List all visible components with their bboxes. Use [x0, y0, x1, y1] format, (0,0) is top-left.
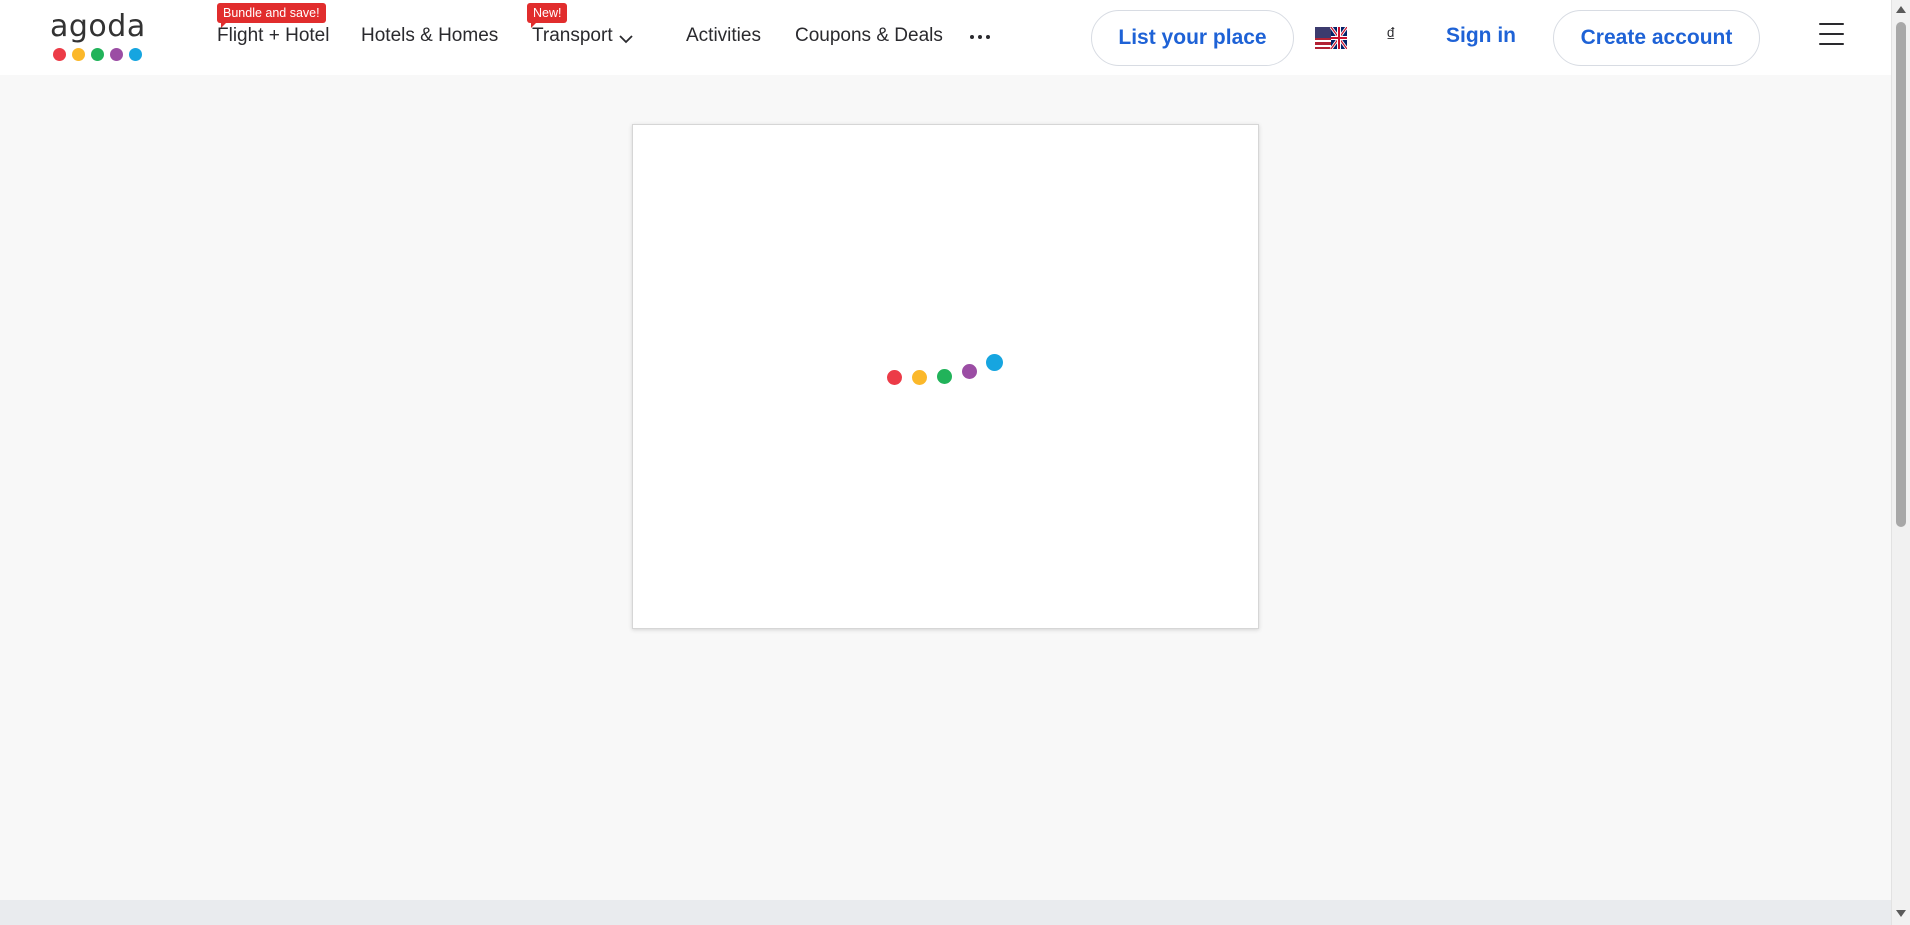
new-badge: New! [527, 3, 568, 28]
footer-strip [0, 900, 1891, 925]
loading-card [632, 124, 1259, 629]
agoda-logo[interactable]: agoda [50, 10, 145, 62]
loader-dot [912, 370, 927, 385]
logo-dot [72, 48, 85, 61]
logo-dot [110, 48, 123, 61]
currency-selector[interactable]: ₫ [1386, 25, 1396, 47]
nav-hotels-homes[interactable]: Hotels & Homes [361, 24, 498, 48]
scroll-up-icon[interactable] [1896, 6, 1906, 13]
logo-wordmark: agoda [50, 9, 146, 44]
nav-flight-hotel[interactable]: Flight + Hotel [217, 24, 329, 48]
loading-dots-icon [887, 354, 1017, 394]
top-navigation-bar: agoda Bundle and save! Flight + Hotel Ho… [0, 0, 1891, 75]
nav-activities[interactable]: Activities [686, 24, 761, 48]
language-flag-icon[interactable] [1315, 26, 1349, 50]
nav-coupons-deals[interactable]: Coupons & Deals [795, 24, 943, 48]
logo-dot [53, 48, 66, 61]
scroll-thumb[interactable] [1896, 22, 1906, 527]
create-account-button[interactable]: Create account [1553, 10, 1760, 66]
loader-dot [986, 354, 1003, 371]
more-horizontal-icon[interactable] [970, 35, 990, 39]
loader-dot [962, 364, 977, 379]
hamburger-menu-icon[interactable] [1819, 23, 1844, 45]
chevron-down-icon[interactable] [619, 31, 633, 49]
list-your-place-button[interactable]: List your place [1091, 10, 1294, 66]
logo-dot [91, 48, 104, 61]
vertical-scrollbar[interactable] [1891, 0, 1910, 925]
loader-dot [937, 369, 952, 384]
bundle-badge: Bundle and save! [217, 3, 326, 28]
nav-transport[interactable]: Transport [532, 24, 613, 48]
logo-dot [129, 48, 142, 61]
loader-dot [887, 370, 902, 385]
logo-dots [53, 48, 142, 61]
sign-in-link[interactable]: Sign in [1446, 24, 1516, 48]
scroll-down-icon[interactable] [1896, 910, 1906, 917]
